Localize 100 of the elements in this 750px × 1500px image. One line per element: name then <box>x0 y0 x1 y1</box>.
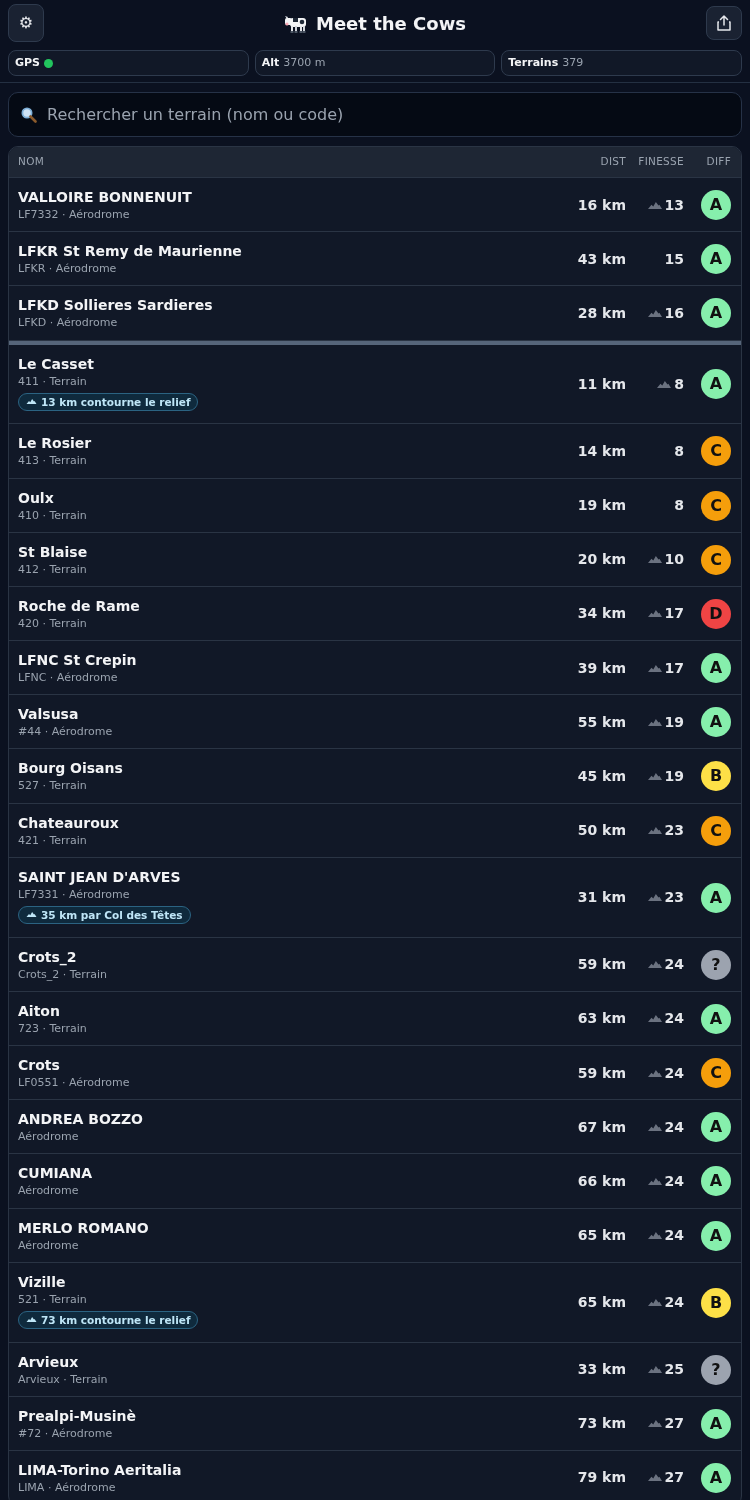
mountain-icon <box>26 912 37 918</box>
terrain-meta: Crots_2 · Terrain <box>18 966 108 982</box>
distance-value: 14 km <box>577 442 626 459</box>
difficulty-grade: C <box>701 544 731 575</box>
finesse-value: 19 <box>664 712 684 732</box>
finesse-value: 27 <box>664 1414 684 1434</box>
finesse-value: 23 <box>664 888 684 908</box>
finesse-value: 19 <box>664 766 684 786</box>
terrain-meta: 413 · Terrain <box>18 453 88 469</box>
terrain-meta: LFNC · Aérodrome <box>18 670 119 686</box>
terrain-name: LFNC St Crepin <box>18 651 138 670</box>
mountain-icon <box>26 1317 37 1323</box>
route-text: 73 km contourne le relief <box>41 1312 191 1327</box>
terrain-name: Le Casset <box>18 354 95 373</box>
finesse-value: 27 <box>664 1468 684 1488</box>
difficulty-grade: A <box>701 653 731 684</box>
finesse-value: 17 <box>664 604 684 624</box>
terrain-meta: 420 · Terrain <box>18 615 88 631</box>
difficulty-grade: C <box>701 815 731 846</box>
distance-value: 73 km <box>577 1415 626 1432</box>
difficulty-grade: A <box>701 1220 731 1251</box>
terrain-name: Valsusa <box>18 705 80 724</box>
finesse-value: 24 <box>664 1293 684 1313</box>
terrain-meta: 723 · Terrain <box>18 1020 88 1036</box>
terrain-name: SAINT JEAN D'ARVES <box>18 867 182 886</box>
distance-value: 20 km <box>577 551 626 568</box>
terrain-name: Roche de Rame <box>18 596 141 615</box>
difficulty-grade: A <box>701 707 731 738</box>
distance-value: 45 km <box>577 767 626 784</box>
distance-value: 65 km <box>577 1294 626 1311</box>
distance-value: 79 km <box>577 1469 626 1486</box>
terrain-name: LIMA-Torino Aeritalia <box>18 1460 183 1479</box>
distance-value: 63 km <box>577 1010 626 1027</box>
finesse-value: 15 <box>664 249 684 269</box>
share-icon <box>716 15 732 31</box>
terrain-name: Prealpi-Musinè <box>18 1406 138 1425</box>
difficulty-grade: A <box>701 244 731 275</box>
difficulty-grade: A <box>701 1462 731 1493</box>
route-text: 13 km contourne le relief <box>41 394 191 409</box>
terrain-name: LFKD Sollieres Sardieres <box>18 296 214 315</box>
finesse-value: 23 <box>664 821 684 841</box>
distance-value: 11 km <box>577 375 626 392</box>
column-header: NOM <box>18 155 45 168</box>
finesse-value: 24 <box>664 1171 684 1191</box>
terrain-name: Chateauroux <box>18 813 120 832</box>
terrain-meta: LIMA · Aérodrome <box>18 1479 117 1495</box>
finesse-value: 16 <box>664 303 684 323</box>
difficulty-grade: ? <box>701 949 731 980</box>
terrain-meta: LFKR · Aérodrome <box>18 261 118 277</box>
stat-label: Alt <box>261 54 280 71</box>
stat-value: 3700 m <box>283 54 326 71</box>
finesse-value: 13 <box>664 195 684 215</box>
column-header: DIFF <box>706 154 731 170</box>
terrain-name: VALLOIRE BONNENUIT <box>18 188 193 206</box>
terrain-name: Crots <box>18 1056 61 1074</box>
terrain-meta: 527 · Terrain <box>18 778 88 794</box>
terrain-meta: #72 · Aérodrome <box>18 1425 114 1441</box>
distance-value: 55 km <box>577 713 626 730</box>
distance-value: 19 km <box>577 497 626 514</box>
finesse-value: 8 <box>674 374 684 394</box>
difficulty-grade: B <box>701 761 731 792</box>
difficulty-grade: B <box>701 1287 731 1318</box>
terrain-meta: 410 · Terrain <box>18 507 88 523</box>
distance-value: 59 km <box>577 1064 626 1081</box>
difficulty-grade: A <box>701 1166 731 1197</box>
terrain-meta: LF7331 · Aérodrome <box>18 886 131 902</box>
cow-icon <box>284 13 308 33</box>
terrain-meta: LF0551 · Aérodrome <box>18 1075 131 1090</box>
terrain-meta: #44 · Aérodrome <box>18 724 114 740</box>
terrain-name: Bourg Oisans <box>18 759 124 778</box>
terrain-meta: 421 · Terrain <box>18 832 88 848</box>
terrain-meta: Aérodrome <box>18 1237 80 1253</box>
stat-label: Terrains <box>508 54 559 71</box>
distance-value: 31 km <box>577 889 626 906</box>
terrain-name: MERLO ROMANO <box>18 1218 150 1237</box>
finesse-value: 24 <box>664 1063 684 1083</box>
terrain-meta: Arvieux · Terrain <box>18 1371 109 1387</box>
terrain-name: Vizille <box>18 1272 67 1291</box>
stat-value: 379 <box>562 54 584 71</box>
terrain-meta: LFKD · Aérodrome <box>18 315 119 331</box>
distance-value: 28 km <box>577 304 626 321</box>
terrain-meta: Aérodrome <box>18 1183 80 1199</box>
terrain-name: St Blaise <box>18 542 89 561</box>
distance-value: 39 km <box>577 659 626 676</box>
mountain-icon <box>26 399 37 405</box>
difficulty-grade: A <box>701 1003 731 1034</box>
difficulty-grade: ? <box>701 1354 731 1385</box>
search-icon <box>21 107 37 123</box>
search-field[interactable]: Rechercher un terrain (nom ou code) <box>8 92 742 137</box>
difficulty-grade: D <box>701 598 731 629</box>
settings-button[interactable]: ⚙ <box>8 4 44 42</box>
terrain-meta: 521 · Terrain <box>18 1291 88 1307</box>
difficulty-grade: A <box>701 1408 731 1439</box>
finesse-value: 24 <box>664 1117 684 1137</box>
stat-label: GPS <box>15 54 40 71</box>
difficulty-grade: C <box>701 1058 731 1088</box>
share-button[interactable] <box>706 6 742 40</box>
distance-value: 59 km <box>577 956 626 973</box>
finesse-value: 24 <box>664 1226 684 1246</box>
difficulty-grade: C <box>701 436 731 467</box>
